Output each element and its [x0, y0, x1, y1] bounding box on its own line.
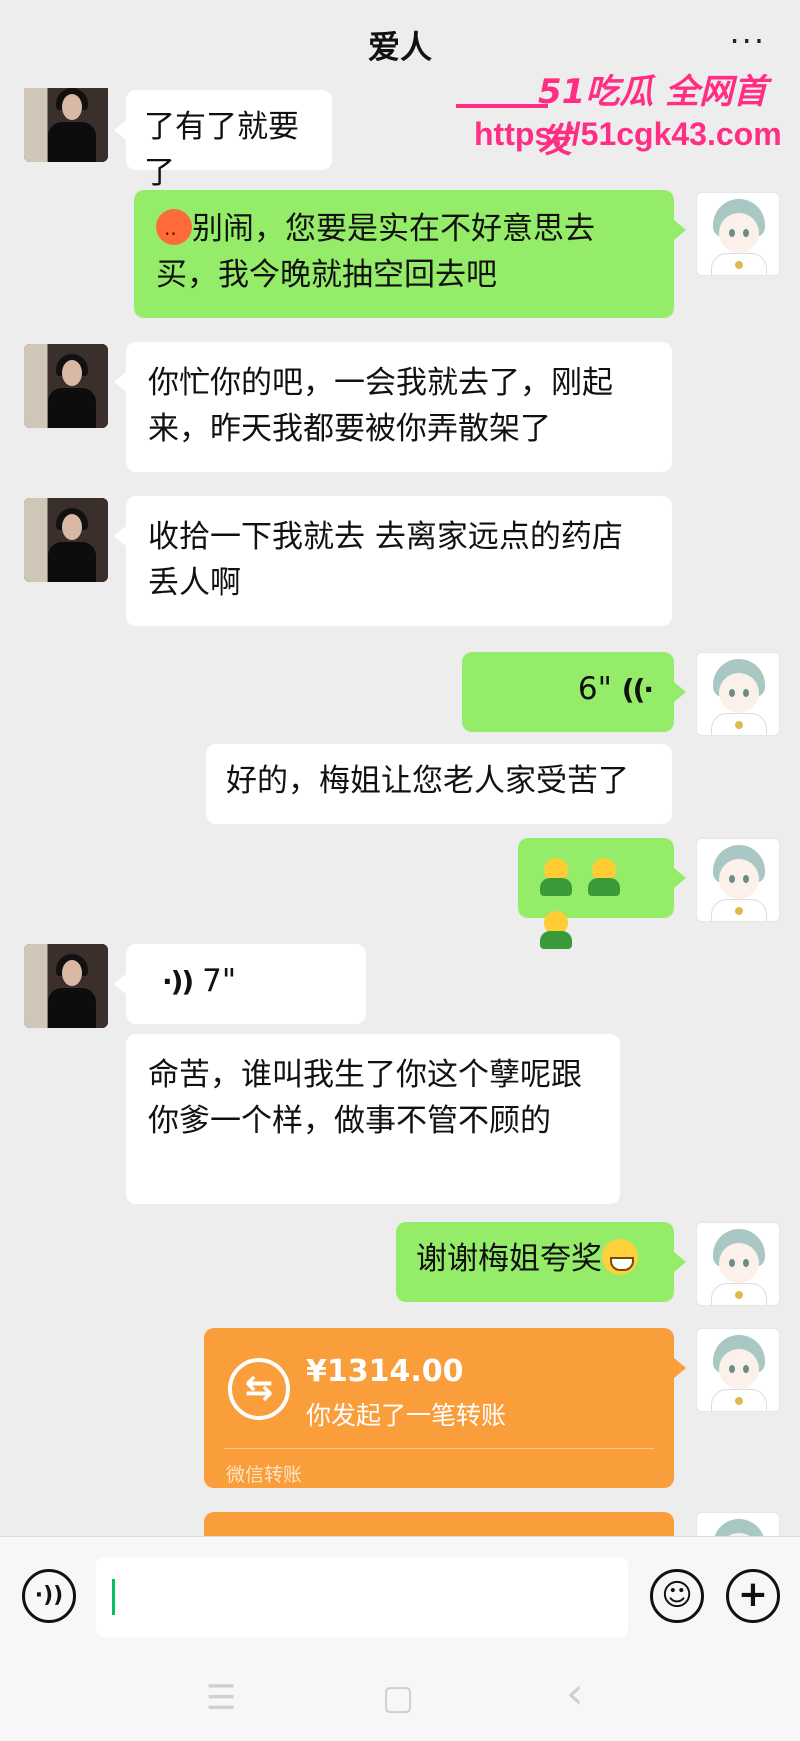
emoji-icon: ☺	[661, 1578, 693, 1613]
message-text: 你忙你的吧，一会我就去了，刚起来，昨天我都要被你弄散架了	[148, 365, 613, 447]
message-bubble-incoming[interactable]: 了有了就要了	[114, 90, 332, 191]
transfer-footer: 微信转账	[226, 1464, 303, 1486]
my-avatar[interactable]	[696, 192, 780, 276]
voice-duration: 6"	[577, 671, 612, 707]
plus-icon: +	[737, 1574, 769, 1615]
my-avatar[interactable]	[696, 1222, 780, 1306]
emoji-message-outgoing[interactable]	[518, 838, 686, 949]
hug-emoji-icon	[536, 856, 576, 896]
grin-emoji-icon	[602, 1239, 638, 1275]
voice-wave-icon: ·))	[162, 965, 194, 998]
transfer-card-partial[interactable]	[204, 1512, 674, 1536]
chat-message-list[interactable]: 了有了就要了 别闹，您要是实在不好意思去买，我今晚就抽空回去吧 你忙你的吧，一会…	[0, 88, 800, 1536]
contact-avatar[interactable]	[24, 498, 108, 582]
message-bubble-incoming[interactable]: 好的，梅姐让您老人家受苦了	[206, 744, 672, 824]
angry-emoji-icon	[156, 209, 192, 257]
message-bubble-incoming[interactable]: 命苦，谁叫我生了你这个孽呢跟你爹一个样，做事不管不顾的	[126, 1034, 620, 1204]
message-text: 别闹，您要是实在不好意思去买，我今晚就抽空回去吧	[156, 211, 595, 293]
contact-avatar[interactable]	[24, 88, 108, 162]
voice-input-button[interactable]: ·))	[22, 1569, 76, 1623]
message-text: 谢谢梅姐夸奖	[416, 1241, 602, 1277]
contact-avatar[interactable]	[24, 344, 108, 428]
message-input[interactable]	[96, 1557, 628, 1637]
my-avatar[interactable]	[696, 1512, 780, 1536]
message-text: 收拾一下我就去 去离家远点的药店 丢人啊	[148, 519, 623, 601]
emoji-button[interactable]: ☺	[650, 1569, 704, 1623]
transfer-amount: ¥1314.00	[306, 1354, 464, 1389]
transfer-icon: ⇆	[228, 1358, 290, 1420]
transfer-divider	[224, 1448, 654, 1449]
menu-icon[interactable]: ☰	[206, 1678, 236, 1718]
message-text: 命苦，谁叫我生了你这个孽呢跟你爹一个样，做事不管不顾的	[148, 1057, 582, 1139]
my-avatar[interactable]	[696, 838, 780, 922]
voice-message-outgoing[interactable]: 6" ((·	[462, 652, 686, 732]
transfer-description: 你发起了一笔转账	[306, 1401, 507, 1430]
chat-title: 爱人	[367, 28, 432, 66]
more-options-button[interactable]: ···	[729, 22, 766, 60]
contact-avatar[interactable]	[24, 944, 108, 1028]
message-text: 好的，梅姐让您老人家受苦了	[226, 763, 629, 799]
back-icon[interactable]: ‹	[566, 1668, 584, 1719]
my-avatar[interactable]	[696, 652, 780, 736]
message-bubble-incoming[interactable]: 收拾一下我就去 去离家远点的药店 丢人啊	[114, 496, 672, 626]
voice-duration: 7"	[202, 963, 237, 999]
message-bubble-outgoing[interactable]: 别闹，您要是实在不好意思去买，我今晚就抽空回去吧	[134, 190, 686, 318]
hug-emoji-icon	[584, 856, 624, 896]
my-avatar[interactable]	[696, 1328, 780, 1412]
message-bubble-incoming[interactable]: 你忙你的吧，一会我就去了，刚起来，昨天我都要被你弄散架了	[114, 342, 672, 472]
message-bubble-outgoing[interactable]: 谢谢梅姐夸奖	[396, 1222, 686, 1302]
text-caret	[112, 1579, 115, 1615]
voice-message-incoming[interactable]: ·)) 7"	[114, 944, 366, 1024]
message-text: 了有了就要了	[144, 109, 299, 191]
voice-wave-icon: ((·	[621, 673, 654, 706]
plus-button[interactable]: +	[726, 1569, 780, 1623]
input-bar: ·)) ☺ +	[0, 1536, 800, 1656]
transfer-card[interactable]: ⇆ ¥1314.00 你发起了一笔转账 微信转账	[204, 1328, 686, 1488]
system-nav-bar: ☰ ▢ ‹	[0, 1656, 800, 1741]
home-icon[interactable]: ▢	[382, 1678, 414, 1718]
voice-icon: ·))	[34, 1583, 64, 1608]
hug-emoji-icon	[536, 909, 576, 949]
